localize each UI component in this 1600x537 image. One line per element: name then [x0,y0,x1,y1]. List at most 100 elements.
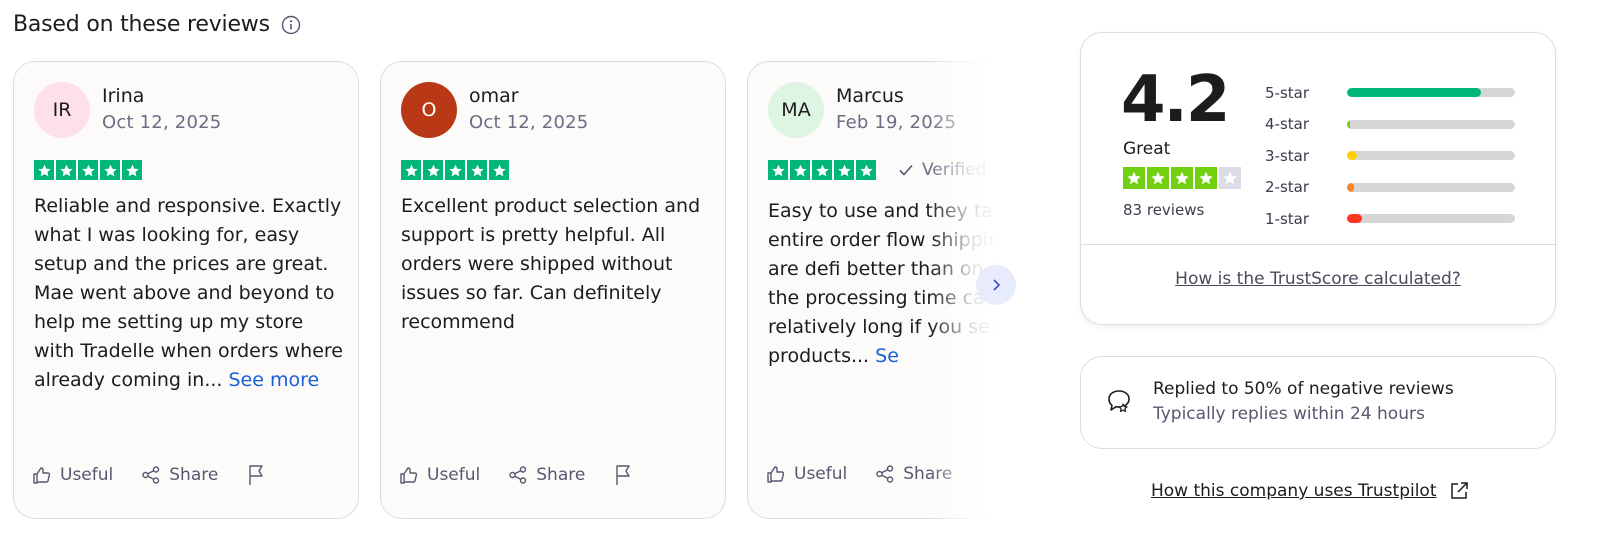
review-date: Oct 12, 2025 [469,112,589,133]
review-text: Reliable and responsive. Exactly what I … [34,192,344,395]
star-rating [401,160,509,180]
star-icon [812,160,832,180]
chevron-right-icon [993,279,1001,291]
share-icon [142,466,160,484]
star-icon [790,160,810,180]
share-label: Share [536,465,586,485]
useful-button[interactable]: Useful [32,465,113,485]
info-icon[interactable] [280,14,302,36]
section-heading: Based on these reviews [13,12,302,37]
thumbs-up-icon [400,467,418,484]
share-label: Share [903,464,953,484]
see-more-link[interactable]: Se [875,345,899,367]
share-icon [876,465,894,483]
rating-bar-fill [1347,88,1482,98]
star-icon [1123,167,1145,189]
trustscore-stars [1123,167,1241,189]
reviews-carousel: IR Irina Oct 12, 2025 Reliable and respo… [0,61,1000,531]
star-icon [122,160,142,180]
star-icon [445,160,465,180]
review-card[interactable]: IR Irina Oct 12, 2025 Reliable and respo… [13,61,359,519]
review-body: Reliable and responsive. Exactly what I … [34,195,343,391]
review-date: Feb 19, 2025 [836,112,957,133]
review-body: Easy to use and they ta of the entire or… [768,200,1000,367]
external-link-icon [1450,482,1468,499]
avatar-initials: O [421,99,437,121]
share-button[interactable]: Share [141,465,218,485]
rating-row: Verified [768,160,986,180]
useful-button[interactable]: Useful [399,465,480,485]
report-button[interactable] [246,464,266,486]
star-rating [34,160,142,180]
star-icon [34,160,54,180]
company-trustpilot-link[interactable]: How this company uses Trustpilot [1151,481,1469,501]
review-header: O omar Oct 12, 2025 [401,82,588,138]
check-icon [899,164,913,176]
rating-bar-label: 2-star [1265,178,1310,197]
review-body: Excellent product selection and support … [401,195,701,333]
share-button[interactable]: Share [508,465,585,485]
trustscore-card: 4.2 Great 83 reviews 5-star 4-star 3-star 2… [1080,32,1556,325]
review-card[interactable]: O omar Oct 12, 2025 Excellent product se… [380,61,726,519]
review-header: IR Irina Oct 12, 2025 [34,82,221,138]
rating-bar-row[interactable]: 2-star [1265,172,1515,204]
star-icon [856,160,876,180]
reviewer-name[interactable]: Marcus [836,83,956,109]
avatar-initials: IR [52,99,72,121]
rating-bar-row[interactable]: 1-star [1265,203,1515,235]
useful-button[interactable]: Useful [766,464,847,484]
rating-row [34,160,142,180]
star-icon [401,160,421,180]
star-icon [1219,167,1241,189]
reply-rate-text: Replied to 50% of negative reviews [1153,379,1454,399]
chat-bubble-icon [1108,390,1130,413]
rating-bar-row[interactable]: 5-star [1265,77,1515,109]
share-icon [509,466,527,484]
rating-bar-label: 3-star [1265,146,1310,165]
trustscore-info-link[interactable]: How is the TrustScore calculated? [1081,269,1555,289]
rating-distribution: 5-star 4-star 3-star 2-star 1-star [1265,77,1515,235]
review-card[interactable]: MA Marcus Feb 19, 2025 Verified Easy to … [747,61,1000,519]
rating-bar-track [1347,214,1515,224]
reply-stats-card: Replied to 50% of negative reviews Typic… [1080,356,1556,449]
see-more-link[interactable]: See more [228,369,319,391]
divider [1081,244,1555,245]
useful-label: Useful [794,464,848,484]
review-date: Oct 12, 2025 [102,112,222,133]
star-icon [100,160,120,180]
rating-bar-row[interactable]: 3-star [1265,140,1515,172]
star-icon [768,160,788,180]
star-icon [1147,167,1169,189]
avatar: MA [768,82,824,138]
rating-bar-fill [1347,119,1351,129]
reviewer-name[interactable]: omar [469,83,588,109]
star-icon [467,160,487,180]
avatar-initials: MA [781,99,811,121]
verified-label: Verified [922,160,987,180]
rating-bar-label: 5-star [1265,83,1310,102]
share-button[interactable]: Share [875,464,952,484]
rating-bar-fill [1347,151,1358,161]
rating-bar-label: 4-star [1265,115,1310,134]
review-text: Easy to use and they ta of the entire or… [768,197,1000,371]
rating-bar-label: 1-star [1265,209,1310,228]
star-icon [423,160,443,180]
reply-time-text: Typically replies within 24 hours [1153,404,1425,424]
avatar: IR [34,82,90,138]
report-button[interactable] [613,464,633,486]
star-rating [768,160,876,180]
review-header: MA Marcus Feb 19, 2025 [768,82,956,138]
reviewer-name[interactable]: Irina [102,83,221,109]
company-link-label: How this company uses Trustpilot [1151,481,1437,501]
rating-bar-track [1347,88,1515,98]
rating-bar-track [1347,119,1515,129]
trustscore-value: 4.2 [1121,63,1230,137]
review-actions: Useful Share [766,464,952,484]
review-count: 83 reviews [1123,201,1205,219]
verified-badge: Verified [898,160,986,180]
carousel-next-button[interactable] [976,265,1016,305]
rating-bar-fill [1347,214,1363,224]
star-icon [1171,167,1193,189]
flag-icon [616,465,631,485]
rating-bar-row[interactable]: 4-star [1265,109,1515,141]
